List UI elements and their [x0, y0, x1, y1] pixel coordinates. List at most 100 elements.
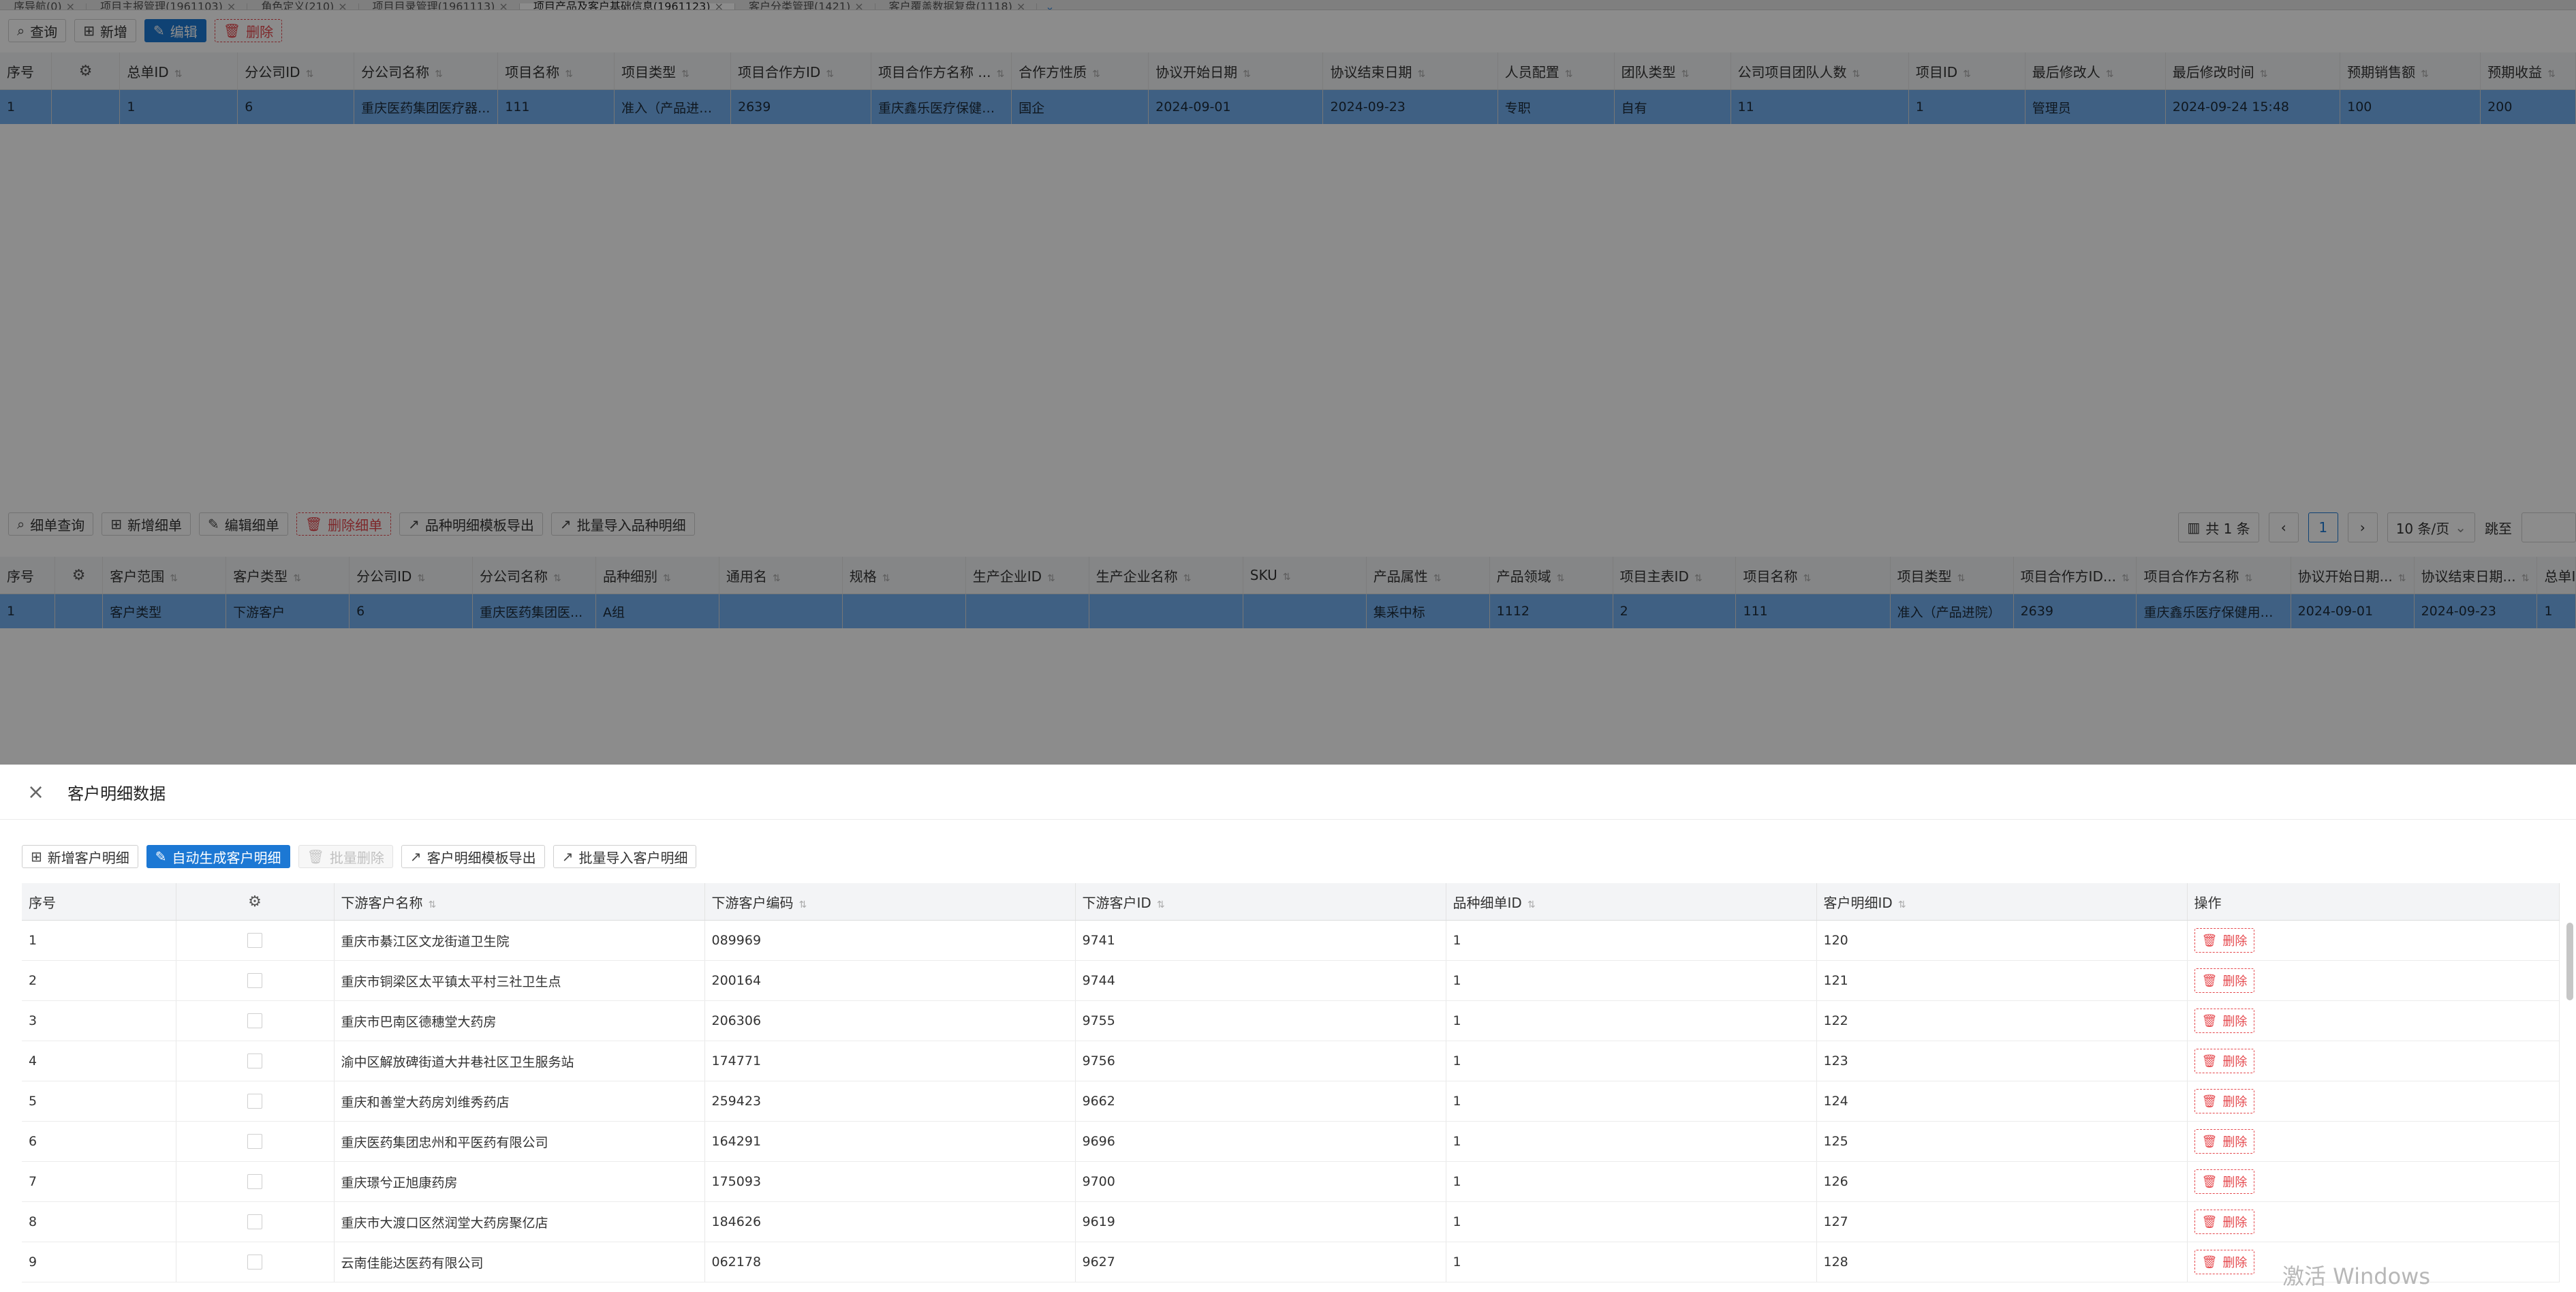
table-cell-code: 200164 [704, 960, 1076, 1001]
delete-label: 删除 [2222, 934, 2248, 949]
delete-label: 删除 [2222, 1095, 2248, 1109]
c-col-3[interactable]: 下游客户编码 ⇅ [704, 883, 1076, 921]
auto-generate-customer-detail-button[interactable]: ✎ 自动生成客户明细 [146, 845, 290, 868]
table-cell-mid: 121 [1816, 960, 2188, 1001]
row-checkbox[interactable] [247, 1255, 262, 1270]
table-cell-mid: 120 [1816, 920, 2188, 961]
customer-template-export-button[interactable]: ↗ 客户明细模板导出 [401, 845, 545, 868]
table-cell-did: 1 [1446, 1201, 1817, 1242]
row-checkbox[interactable] [247, 1214, 262, 1230]
modal-overlay[interactable] [0, 0, 2576, 765]
table-cell-mid: 123 [1816, 1041, 2188, 1081]
customer-batch-import-button[interactable]: ↗ 批量导入客户明细 [553, 845, 697, 868]
table-row[interactable]: 5 重庆和善堂大药房刘维秀药店 259423 9662 1 124 🗑 删除 [22, 1081, 2560, 1122]
c-col-6[interactable]: 客户明细ID ⇅ [1816, 883, 2188, 921]
operation-cell: 🗑 删除 [2187, 960, 2560, 1001]
table-cell-name: 重庆市铜梁区太平镇太平村三社卫生点 [334, 960, 705, 1001]
row-delete-button[interactable]: 🗑 删除 [2194, 1169, 2255, 1194]
row-checkbox[interactable] [247, 973, 262, 989]
table-cell-name: 重庆市巴南区德穗堂大药房 [334, 1000, 705, 1041]
table-cell-name: 重庆和善堂大药房刘维秀药店 [334, 1081, 705, 1122]
table-row[interactable]: 4 渝中区解放碑街道大井巷社区卫生服务站 174771 9756 1 123 🗑 删除 [22, 1041, 2560, 1081]
row-delete-button[interactable]: 🗑 删除 [2194, 928, 2255, 953]
sort-icon[interactable]: ⇅ [1898, 899, 1906, 910]
checkbox-cell [176, 920, 335, 961]
table-cell-code: 184626 [704, 1201, 1076, 1242]
sort-icon[interactable]: ⇅ [429, 899, 437, 910]
column-header-label: 下游客户ID [1082, 894, 1151, 911]
trash-icon: 🗑 [2201, 1053, 2218, 1068]
row-delete-button[interactable]: 🗑 删除 [2194, 1049, 2255, 1073]
table-cell-no: 2 [22, 960, 176, 1001]
sort-icon[interactable]: ⇅ [799, 899, 807, 910]
trash-icon: 🗑 [2201, 933, 2218, 948]
table-row[interactable]: 6 重庆医药集团忠州和平医药有限公司 164291 9696 1 125 🗑 删除 [22, 1121, 2560, 1162]
table-cell-name: 渝中区解放碑街道大井巷社区卫生服务站 [334, 1041, 705, 1081]
row-checkbox[interactable] [247, 1094, 262, 1109]
table-row[interactable]: 1 重庆市綦江区文龙街道卫生院 089969 9741 1 120 🗑 删除 [22, 920, 2560, 961]
table-row[interactable]: 2 重庆市铜梁区太平镇太平村三社卫生点 200164 9744 1 121 🗑 删除 [22, 960, 2560, 1001]
row-checkbox[interactable] [247, 1174, 262, 1190]
operation-cell: 🗑 删除 [2187, 1081, 2560, 1122]
table-cell-name: 云南佳能达医药有限公司 [334, 1242, 705, 1282]
delete-label: 删除 [2222, 1055, 2248, 1069]
table-cell-code: 174771 [704, 1041, 1076, 1081]
c-col-0[interactable]: 序号 [22, 883, 176, 921]
button-label: 批量导入客户明细 [578, 849, 688, 866]
row-delete-button[interactable]: 🗑 删除 [2194, 1210, 2255, 1234]
operation-cell: 🗑 删除 [2187, 1201, 2560, 1242]
table-cell-name: 重庆医药集团忠州和平医药有限公司 [334, 1121, 705, 1162]
sort-icon[interactable]: ⇅ [1527, 899, 1536, 910]
table-cell-mid: 122 [1816, 1000, 2188, 1041]
table-cell-did: 1 [1446, 1000, 1817, 1041]
table-cell-no: 7 [22, 1161, 176, 1202]
checkbox-cell [176, 1121, 335, 1162]
table-row[interactable]: 9 云南佳能达医药有限公司 062178 9627 1 128 🗑 删除 [22, 1242, 2560, 1282]
sort-icon[interactable]: ⇅ [1157, 899, 1165, 910]
add-customer-detail-button[interactable]: ⊞ 新增客户明细 [22, 845, 138, 868]
operation-cell: 🗑 删除 [2187, 1000, 2560, 1041]
table-row[interactable]: 8 重庆市大渡口区然润堂大药房聚亿店 184626 9619 1 127 🗑 删除 [22, 1201, 2560, 1242]
trash-icon: 🗑 [2201, 1094, 2218, 1109]
table-cell-mid: 124 [1816, 1081, 2188, 1122]
delete-label: 删除 [2222, 1175, 2248, 1190]
button-label: 批量删除 [329, 849, 384, 866]
table-cell-cid: 9755 [1075, 1000, 1446, 1041]
table-cell-no: 3 [22, 1000, 176, 1041]
table-cell-cid: 9700 [1075, 1161, 1446, 1202]
row-checkbox[interactable] [247, 933, 262, 949]
row-delete-button[interactable]: 🗑 删除 [2194, 1009, 2255, 1033]
c-col-2[interactable]: 下游客户名称 ⇅ [334, 883, 705, 921]
table-cell-no: 1 [22, 920, 176, 961]
trash-icon: 🗑 [2201, 1214, 2218, 1229]
customer-detail-table: 序号 ⚙ 下游客户名称 ⇅ 下游客户编码 ⇅ 下游客户ID ⇅ 品种细单ID ⇅ 客户明细ID ⇅ 操作… [22, 883, 2560, 1282]
table-cell-name: 重庆璟兮正旭康药房 [334, 1161, 705, 1202]
c-col-4[interactable]: 下游客户ID ⇅ [1075, 883, 1446, 921]
row-delete-button[interactable]: 🗑 删除 [2194, 1250, 2255, 1274]
button-label: 自动生成客户明细 [172, 849, 281, 866]
drawer-title: 客户明细数据 [67, 784, 166, 803]
row-checkbox[interactable] [247, 1134, 262, 1150]
operation-cell: 🗑 删除 [2187, 1041, 2560, 1081]
row-delete-button[interactable]: 🗑 删除 [2194, 1129, 2255, 1154]
close-icon[interactable]: × [27, 780, 44, 804]
batch-delete-button[interactable]: 🗑 批量删除 [298, 845, 393, 868]
gear-icon[interactable]: ⚙ [248, 893, 262, 910]
row-checkbox[interactable] [247, 1013, 262, 1029]
table-cell-mid: 126 [1816, 1161, 2188, 1202]
table-cell-name: 重庆市大渡口区然润堂大药房聚亿店 [334, 1201, 705, 1242]
column-header-label: 客户明细ID [1823, 894, 1893, 911]
table-cell-did: 1 [1446, 960, 1817, 1001]
c-col-7[interactable]: 操作 [2187, 883, 2560, 921]
row-delete-button[interactable]: 🗑 删除 [2194, 1089, 2255, 1113]
table-row[interactable]: 7 重庆璟兮正旭康药房 175093 9700 1 126 🗑 删除 [22, 1161, 2560, 1202]
table-cell-did: 1 [1446, 1242, 1817, 1282]
edit-icon: ✎ [155, 848, 167, 865]
c-col-1[interactable]: ⚙ [176, 883, 335, 921]
vertical-scrollbar[interactable] [2566, 923, 2573, 1000]
table-row[interactable]: 3 重庆市巴南区德穗堂大药房 206306 9755 1 122 🗑 删除 [22, 1000, 2560, 1041]
c-col-5[interactable]: 品种细单ID ⇅ [1446, 883, 1817, 921]
table-cell-code: 062178 [704, 1242, 1076, 1282]
row-checkbox[interactable] [247, 1053, 262, 1069]
row-delete-button[interactable]: 🗑 删除 [2194, 968, 2255, 993]
